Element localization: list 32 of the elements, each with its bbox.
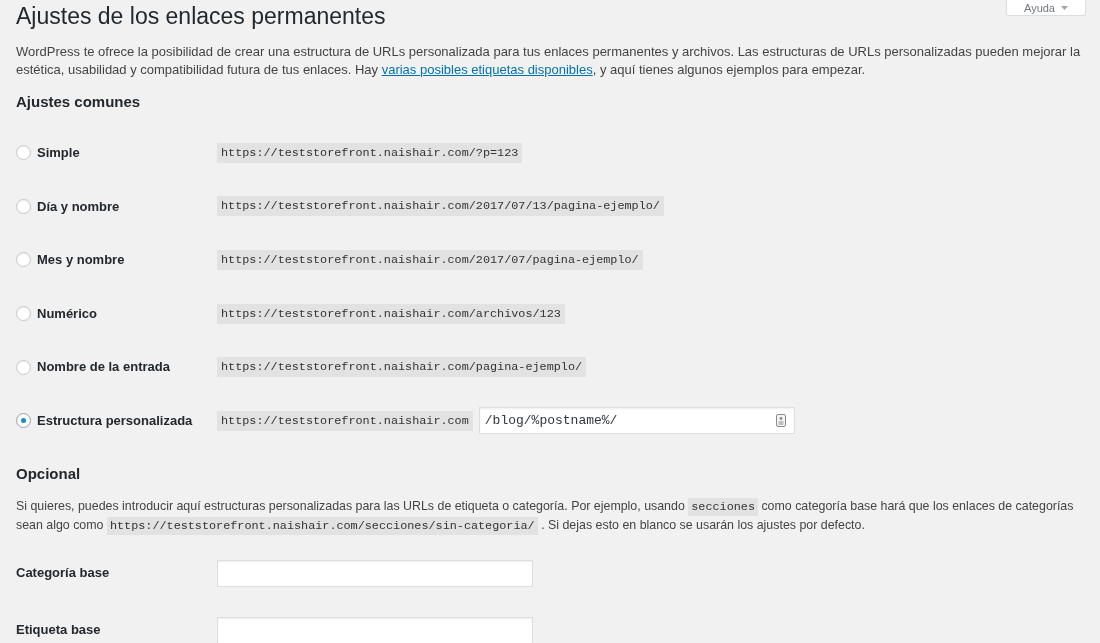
section-heading: Opcional — [16, 463, 82, 484]
section-heading: Ajustes comunes — [16, 92, 142, 112]
url-example: https://teststorefront.naishair.com/archivos/123 — [217, 303, 565, 324]
intro-text: WordPress te ofrece la posibilidad de crear una estructura de URLs personalizada para tus enlaces permanentes y archivos. Las estructuras de URLs personalizadas pueden mejorar la estética, usabilidad y compatibilidad futura de tus enlaces. Hay varias posibles etiquetas disponibles, y aquí tienes algunos ejemplos para empezar. — [16, 43, 1082, 79]
url-example: https://teststorefront.naishair.com/2017/07/13/pagina-ejemplo/ — [217, 196, 664, 217]
radio-button[interactable] — [16, 359, 31, 375]
option-label[interactable]: Día y nombre — [37, 196, 120, 217]
help-button[interactable]: Ayuda — [1006, 0, 1086, 16]
url-example: https://teststorefront.naishair.com/?p=123 — [217, 142, 523, 163]
input-field[interactable] — [217, 559, 533, 587]
tags-link[interactable]: varias posibles etiquetas disponibles — [381, 62, 593, 77]
option-label[interactable]: Mes y nombre — [37, 250, 125, 270]
structure-input[interactable]: /blog/%postname%/ — [478, 407, 795, 435]
url-example: https://teststorefront.naishair.com — [217, 410, 473, 431]
field-label: Etiqueta base — [16, 621, 102, 640]
radio-button[interactable] — [16, 252, 31, 268]
radio-button[interactable] — [16, 198, 31, 214]
radio-button[interactable] — [16, 306, 31, 322]
radio-button[interactable] — [16, 413, 31, 429]
url-example: https://teststorefront.naishair.com/pagina-ejemplo/ — [217, 357, 587, 378]
option-label[interactable]: Estructura personalizada — [37, 411, 193, 431]
optional-description: Si quieres, puedes introducir aquí estructuras personalizadas para las URLs de etiqueta o categoría. Por ejemplo, usando secciones como categoría base hará que los enlaces de categorías sean algo como https://teststorefront.naishair.com/secciones/sin-categoria/ . Si dejas esto en blanco se usarán los ajustes por defecto. — [16, 496, 1075, 535]
id-card-icon[interactable] — [775, 414, 786, 428]
radio-button[interactable] — [16, 145, 31, 161]
field-label: Categoría base — [16, 564, 111, 583]
option-label[interactable]: Simple — [37, 143, 80, 163]
option-label[interactable]: Nombre de la entrada — [37, 357, 170, 377]
caret-icon — [1061, 5, 1068, 10]
page-title: Ajustes de los enlaces permanentes — [16, 2, 386, 31]
option-label[interactable]: Numérico — [37, 303, 97, 324]
input-field[interactable] — [217, 616, 533, 643]
url-example: https://teststorefront.naishair.com/2017/07/pagina-ejemplo/ — [217, 250, 643, 270]
